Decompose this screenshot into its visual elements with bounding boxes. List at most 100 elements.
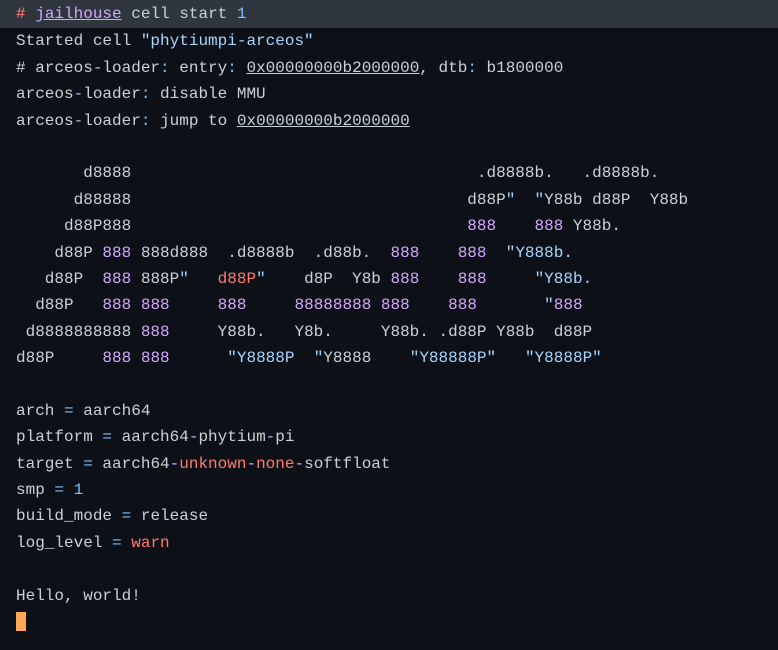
ascii-sp [419, 270, 457, 288]
ascii-sp [477, 296, 544, 314]
ascii-quote: "Y8888P [227, 349, 294, 367]
loglevel-key: log_level [16, 534, 112, 552]
ascii-quote: " [535, 191, 545, 209]
platform-v1: aarch64 [112, 428, 189, 446]
loader-line3-c: jump to [150, 112, 236, 130]
ascii-num: 888 [102, 349, 131, 367]
loader-line1-e: b1800000 [477, 59, 563, 77]
ascii-num: 888 [102, 244, 131, 262]
ascii-num: 888 [458, 244, 487, 262]
hello-world-text: Hello, world! [16, 587, 141, 605]
buildmode-value: release [131, 507, 208, 525]
ascii-sp [487, 270, 535, 288]
loader-line3-b: loader [83, 112, 141, 130]
dash: - [266, 428, 276, 446]
target-unknown: unknown [179, 455, 246, 473]
ascii-num: 888 [391, 270, 420, 288]
loader-line1-b: loader [102, 59, 160, 77]
arch-key: arch [16, 402, 64, 420]
smp-value: 1 [74, 481, 84, 499]
colon: : [141, 112, 151, 130]
dash: - [74, 112, 84, 130]
loader-line1-d: , dtb [419, 59, 467, 77]
ascii-quote: " [544, 296, 554, 314]
ascii-sp [131, 296, 141, 314]
ascii-r8-b: Y8888 [323, 349, 390, 367]
ascii-sp [294, 349, 313, 367]
ascii-sp [246, 296, 294, 314]
target-v1: aarch64 [93, 455, 170, 473]
ascii-quote: " [506, 191, 516, 209]
eq: = [112, 534, 122, 552]
ascii-num: 888 [141, 349, 170, 367]
ascii-num: 888 [141, 323, 170, 341]
command-number: 1 [237, 5, 247, 23]
arch-value: aarch64 [74, 402, 151, 420]
ascii-r2-a: d88888 d88P [16, 191, 506, 209]
loader-line1-c: entry [170, 59, 228, 77]
started-text: Started cell [16, 32, 141, 50]
ascii-sp [496, 217, 534, 235]
ascii-num: 888 [467, 217, 496, 235]
smp-key: smp [16, 481, 54, 499]
ascii-quote: " [256, 270, 266, 288]
ascii-r1: d8888 .d8888b. .d8888b. [16, 164, 659, 182]
started-cell-name: "phytiumpi-arceos" [141, 32, 314, 50]
eq: = [54, 481, 64, 499]
ascii-sp [419, 244, 457, 262]
loader-line3-a: arceos [16, 112, 74, 130]
ascii-quote: "Y88b. [535, 270, 593, 288]
loglevel-value: warn [131, 534, 169, 552]
entry-address: 0x00000000b2000000 [246, 59, 419, 77]
dash: - [246, 455, 256, 473]
terminal-cursor [16, 612, 26, 631]
ascii-sp [515, 191, 534, 209]
ascii-num: 888 [554, 296, 583, 314]
command-name: jailhouse [35, 5, 121, 23]
dash: - [93, 59, 103, 77]
ascii-sp [371, 296, 381, 314]
eq: = [102, 428, 112, 446]
ascii-r4-b: 888d888 .d8888b .d88b. [131, 244, 390, 262]
dash: - [74, 85, 84, 103]
colon: : [227, 59, 237, 77]
ascii-r2-b: Y88b d88P Y88b [544, 191, 688, 209]
platform-v2: phytium [198, 428, 265, 446]
loader-line1-a: # arceos [16, 59, 93, 77]
loader-line2-b: loader [83, 85, 141, 103]
ascii-sp [170, 296, 218, 314]
target-key: target [16, 455, 83, 473]
ascii-num: 88888888 [295, 296, 372, 314]
ascii-num: 888 [448, 296, 477, 314]
ascii-quote: "Y8888P" [525, 349, 602, 367]
ascii-quote: "Y888b. [506, 244, 573, 262]
ascii-quote: " [179, 270, 189, 288]
ascii-r8-a: d88P [16, 349, 102, 367]
ascii-sp [496, 349, 525, 367]
loader-line2-a: arceos [16, 85, 74, 103]
ascii-num: 888 [218, 296, 247, 314]
jump-address: 0x00000000b2000000 [237, 112, 410, 130]
ascii-quote: "Y88888P" [391, 349, 497, 367]
dash: - [189, 428, 199, 446]
ascii-r6-a: d88P [16, 296, 102, 314]
buildmode-key: build_mode [16, 507, 122, 525]
ascii-sp [189, 270, 218, 288]
ascii-sp [170, 349, 228, 367]
ascii-num: 888 [381, 296, 410, 314]
ascii-num: 888 [102, 270, 131, 288]
ascii-num: 888 [102, 296, 131, 314]
target-v4: softfloat [304, 455, 390, 473]
ascii-r5-a: d88P [16, 270, 102, 288]
target-none: none [256, 455, 294, 473]
colon: : [467, 59, 477, 77]
ascii-num: 888 [141, 296, 170, 314]
ascii-r4-c [487, 244, 506, 262]
ascii-r7-a: d8888888888 [16, 323, 141, 341]
ascii-r5-b: 888P [131, 270, 179, 288]
platform-key: platform [16, 428, 102, 446]
eq: = [83, 455, 93, 473]
ascii-sp [131, 349, 141, 367]
ascii-num: 888 [458, 270, 487, 288]
ascii-num: 888 [390, 244, 419, 262]
